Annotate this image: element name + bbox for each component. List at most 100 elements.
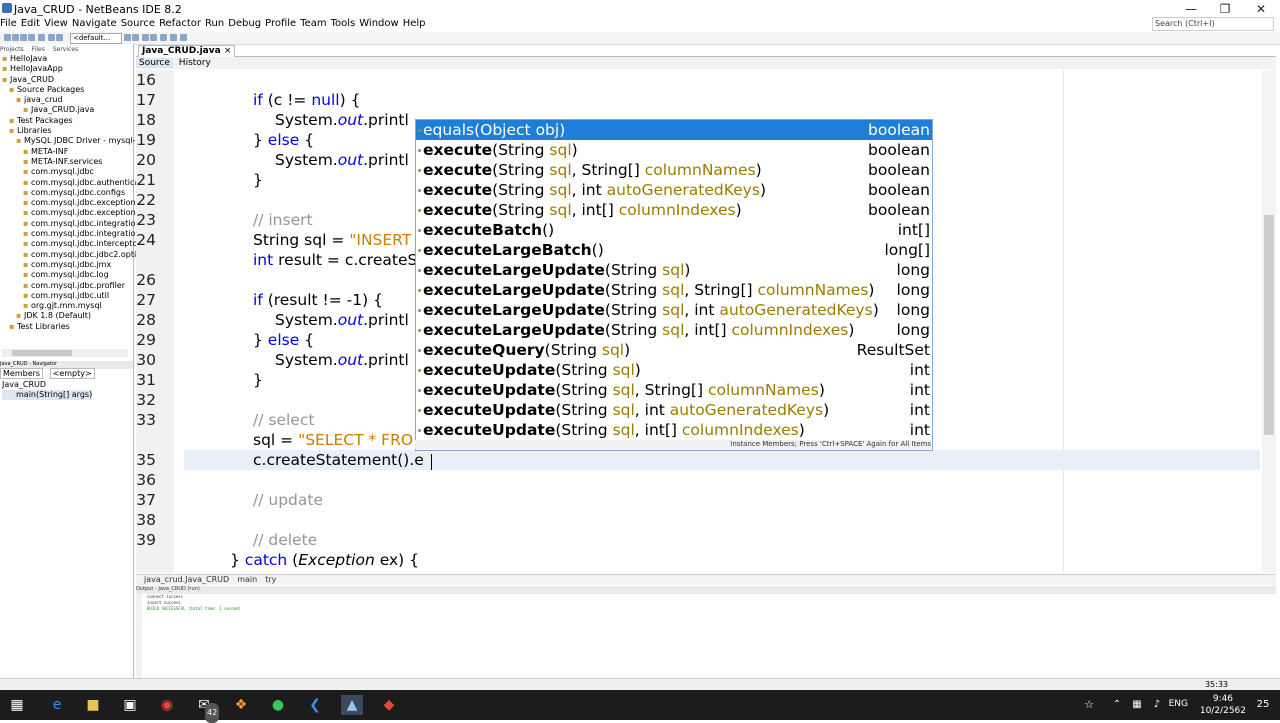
tab-files[interactable]: Files xyxy=(32,46,45,53)
person-icon[interactable]: ☆ xyxy=(1078,695,1100,715)
tree-node[interactable]: ▪ com.mysql.jdbc.integration. xyxy=(2,229,146,239)
tree-node[interactable]: ▪ com.mysql.jdbc.jmx xyxy=(2,260,146,270)
tab-java-crud[interactable]: Java_CRUD.java × xyxy=(138,45,236,57)
tree-node[interactable]: ▪ Libraries xyxy=(2,126,146,136)
completion-item[interactable]: executeUpdate(String sql, int autoGenera… xyxy=(416,400,932,420)
completion-item[interactable]: executeQuery(String sql) ResultSet xyxy=(416,340,932,360)
menu-team[interactable]: Team xyxy=(300,18,326,29)
tree-node[interactable]: ▪ JDK 1.8 (Default) xyxy=(2,311,146,321)
completion-item[interactable]: executeUpdate(String sql, String[] colum… xyxy=(416,380,932,400)
toolbar-button-icon[interactable] xyxy=(56,34,63,41)
menu-tools[interactable]: Tools xyxy=(331,18,356,29)
tree-node[interactable]: ▪ org.gjt.mm.mysql xyxy=(2,301,146,311)
completion-item[interactable]: execute(String sql, String[] columnNames… xyxy=(416,160,932,180)
notifications-icon[interactable]: 25 xyxy=(1252,695,1274,715)
completion-item[interactable]: executeUpdate(String sql) int xyxy=(416,360,932,380)
menu-edit[interactable]: Edit xyxy=(21,18,40,29)
tree-node[interactable]: ▪ com.mysql.jdbc xyxy=(2,167,146,177)
completion-item[interactable]: executeUpdate(String sql, int[] columnIn… xyxy=(416,420,932,440)
completion-item[interactable]: equals(Object obj) boolean xyxy=(416,120,932,140)
menu-file[interactable]: File xyxy=(0,18,17,29)
tree-node[interactable]: ▪ MySQL JDBC Driver - mysql-c xyxy=(2,136,146,146)
code-completion-popup[interactable]: equals(Object obj) boolean execute(String … xyxy=(415,119,933,451)
editor-vscrollbar[interactable] xyxy=(1262,70,1276,573)
menu-debug[interactable]: Debug xyxy=(228,18,261,29)
line-icon[interactable]: ● xyxy=(267,695,289,715)
tray-chevron-icon[interactable]: ⌃ xyxy=(1106,695,1128,715)
tree-node[interactable]: ▪ com.mysql.jdbc.jdbc2.option xyxy=(2,250,146,260)
navigator-method-main[interactable]: main(String[] args) xyxy=(2,390,93,400)
menu-navigate[interactable]: Navigate xyxy=(72,18,117,29)
completion-item[interactable]: executeLargeUpdate(String sql) long xyxy=(416,260,932,280)
completion-item[interactable]: executeLargeBatch() long[] xyxy=(416,240,932,260)
completion-item[interactable]: execute(String sql, int[] columnIndexes)… xyxy=(416,200,932,220)
tree-node[interactable]: ▪ com.mysql.jdbc.profiler xyxy=(2,281,146,291)
navigator-class[interactable]: Java_CRUD xyxy=(2,380,92,390)
tab-services[interactable]: Services xyxy=(53,46,78,53)
toolbar-button-icon[interactable] xyxy=(48,34,55,41)
completion-item[interactable]: executeLargeUpdate(String sql, String[] … xyxy=(416,280,932,300)
tree-node[interactable]: ▪ HelloJava xyxy=(2,54,146,64)
mail-icon[interactable]: ✉ 42 xyxy=(193,695,220,723)
windows-start-icon[interactable]: ▦ xyxy=(6,695,28,715)
tree-node[interactable]: ▪ HelloJavaApp xyxy=(2,64,146,74)
toolbar-button-icon[interactable] xyxy=(20,34,27,41)
tab-history[interactable]: History xyxy=(176,58,214,68)
tree-node[interactable]: ▪ Java_CRUD.java xyxy=(2,105,146,115)
breadcrumb-item[interactable]: main xyxy=(237,575,257,584)
minimize-button[interactable]: — xyxy=(1174,0,1208,18)
language-indicator[interactable]: ENG xyxy=(1169,699,1188,709)
breadcrumb-item[interactable]: try xyxy=(265,575,276,584)
tree-node[interactable]: ▪ com.mysql.jdbc.log xyxy=(2,270,146,280)
vscode-icon[interactable]: ❮ xyxy=(304,695,326,715)
menu-window[interactable]: Window xyxy=(359,18,398,29)
edge-icon[interactable]: e xyxy=(46,695,68,715)
tree-node[interactable]: ▪ com.mysql.jdbc.exceptions xyxy=(2,198,146,208)
network-icon[interactable]: ▦ xyxy=(1126,695,1148,715)
tree-node[interactable]: ▪ com.mysql.jdbc.configs xyxy=(2,188,146,198)
menu-profile[interactable]: Profile xyxy=(265,18,296,29)
toolbar-button-icon[interactable] xyxy=(160,34,167,41)
scroll-thumb[interactable] xyxy=(12,350,72,356)
tree-node[interactable]: ▪ Source Packages xyxy=(2,85,146,95)
toolbar-button-icon[interactable] xyxy=(170,34,177,41)
tree-node[interactable]: ▪ META-INF xyxy=(2,147,146,157)
completion-item[interactable]: execute(String sql, int autoGeneratedKey… xyxy=(416,180,932,200)
config-select[interactable]: <default... xyxy=(70,33,122,44)
menu-source[interactable]: Source xyxy=(121,18,155,29)
chrome-icon[interactable]: ◉ xyxy=(156,695,178,715)
tab-source[interactable]: Source xyxy=(136,58,173,68)
completion-item[interactable]: executeBatch() int[] xyxy=(416,220,932,240)
store-icon[interactable]: ▣ xyxy=(119,695,141,715)
close-tab-icon[interactable]: × xyxy=(224,46,232,56)
toolbar-button-icon[interactable] xyxy=(12,34,19,41)
maximize-button[interactable]: ❐ xyxy=(1208,0,1242,18)
scroll-thumb[interactable] xyxy=(1264,215,1274,435)
empty-select[interactable]: <empty> xyxy=(49,368,95,379)
file-explorer-icon[interactable]: ■ xyxy=(82,695,104,715)
netbeans-taskbar-icon[interactable]: ▲ xyxy=(341,695,363,715)
blender-icon[interactable]: ❖ xyxy=(230,695,252,715)
tree-node[interactable]: ▪ com.mysql.jdbc.authenticat xyxy=(2,178,146,188)
tree-node[interactable]: ▪ com.mysql.jdbc.util xyxy=(2,291,146,301)
git-icon[interactable]: ◆ xyxy=(378,695,400,715)
close-button[interactable]: ✕ xyxy=(1244,0,1278,18)
menu-help[interactable]: Help xyxy=(403,18,426,29)
completion-item[interactable]: executeLargeUpdate(String sql, int[] col… xyxy=(416,320,932,340)
tree-node[interactable]: ▪ Test Libraries xyxy=(2,322,146,332)
members-select[interactable]: Members xyxy=(0,368,44,379)
toolbar-button-icon[interactable] xyxy=(38,34,45,41)
search-input[interactable]: Search (Ctrl+I) xyxy=(1152,17,1274,31)
projects-hscrollbar[interactable] xyxy=(2,349,128,357)
breadcrumb-item[interactable]: java_crud.Java_CRUD xyxy=(144,575,229,584)
toolbar-button-icon[interactable] xyxy=(132,34,139,41)
toolbar-button-icon[interactable] xyxy=(124,34,131,41)
toolbar-button-icon[interactable] xyxy=(4,34,11,41)
toolbar-button-icon[interactable] xyxy=(150,34,157,41)
toolbar-button-icon[interactable] xyxy=(142,34,149,41)
tab-projects[interactable]: Projects xyxy=(0,46,24,53)
clock[interactable]: 9:46 10/2/2562 xyxy=(1200,693,1246,717)
toolbar-button-icon[interactable] xyxy=(180,34,187,41)
menu-view[interactable]: View xyxy=(44,18,68,29)
menu-run[interactable]: Run xyxy=(205,18,224,29)
